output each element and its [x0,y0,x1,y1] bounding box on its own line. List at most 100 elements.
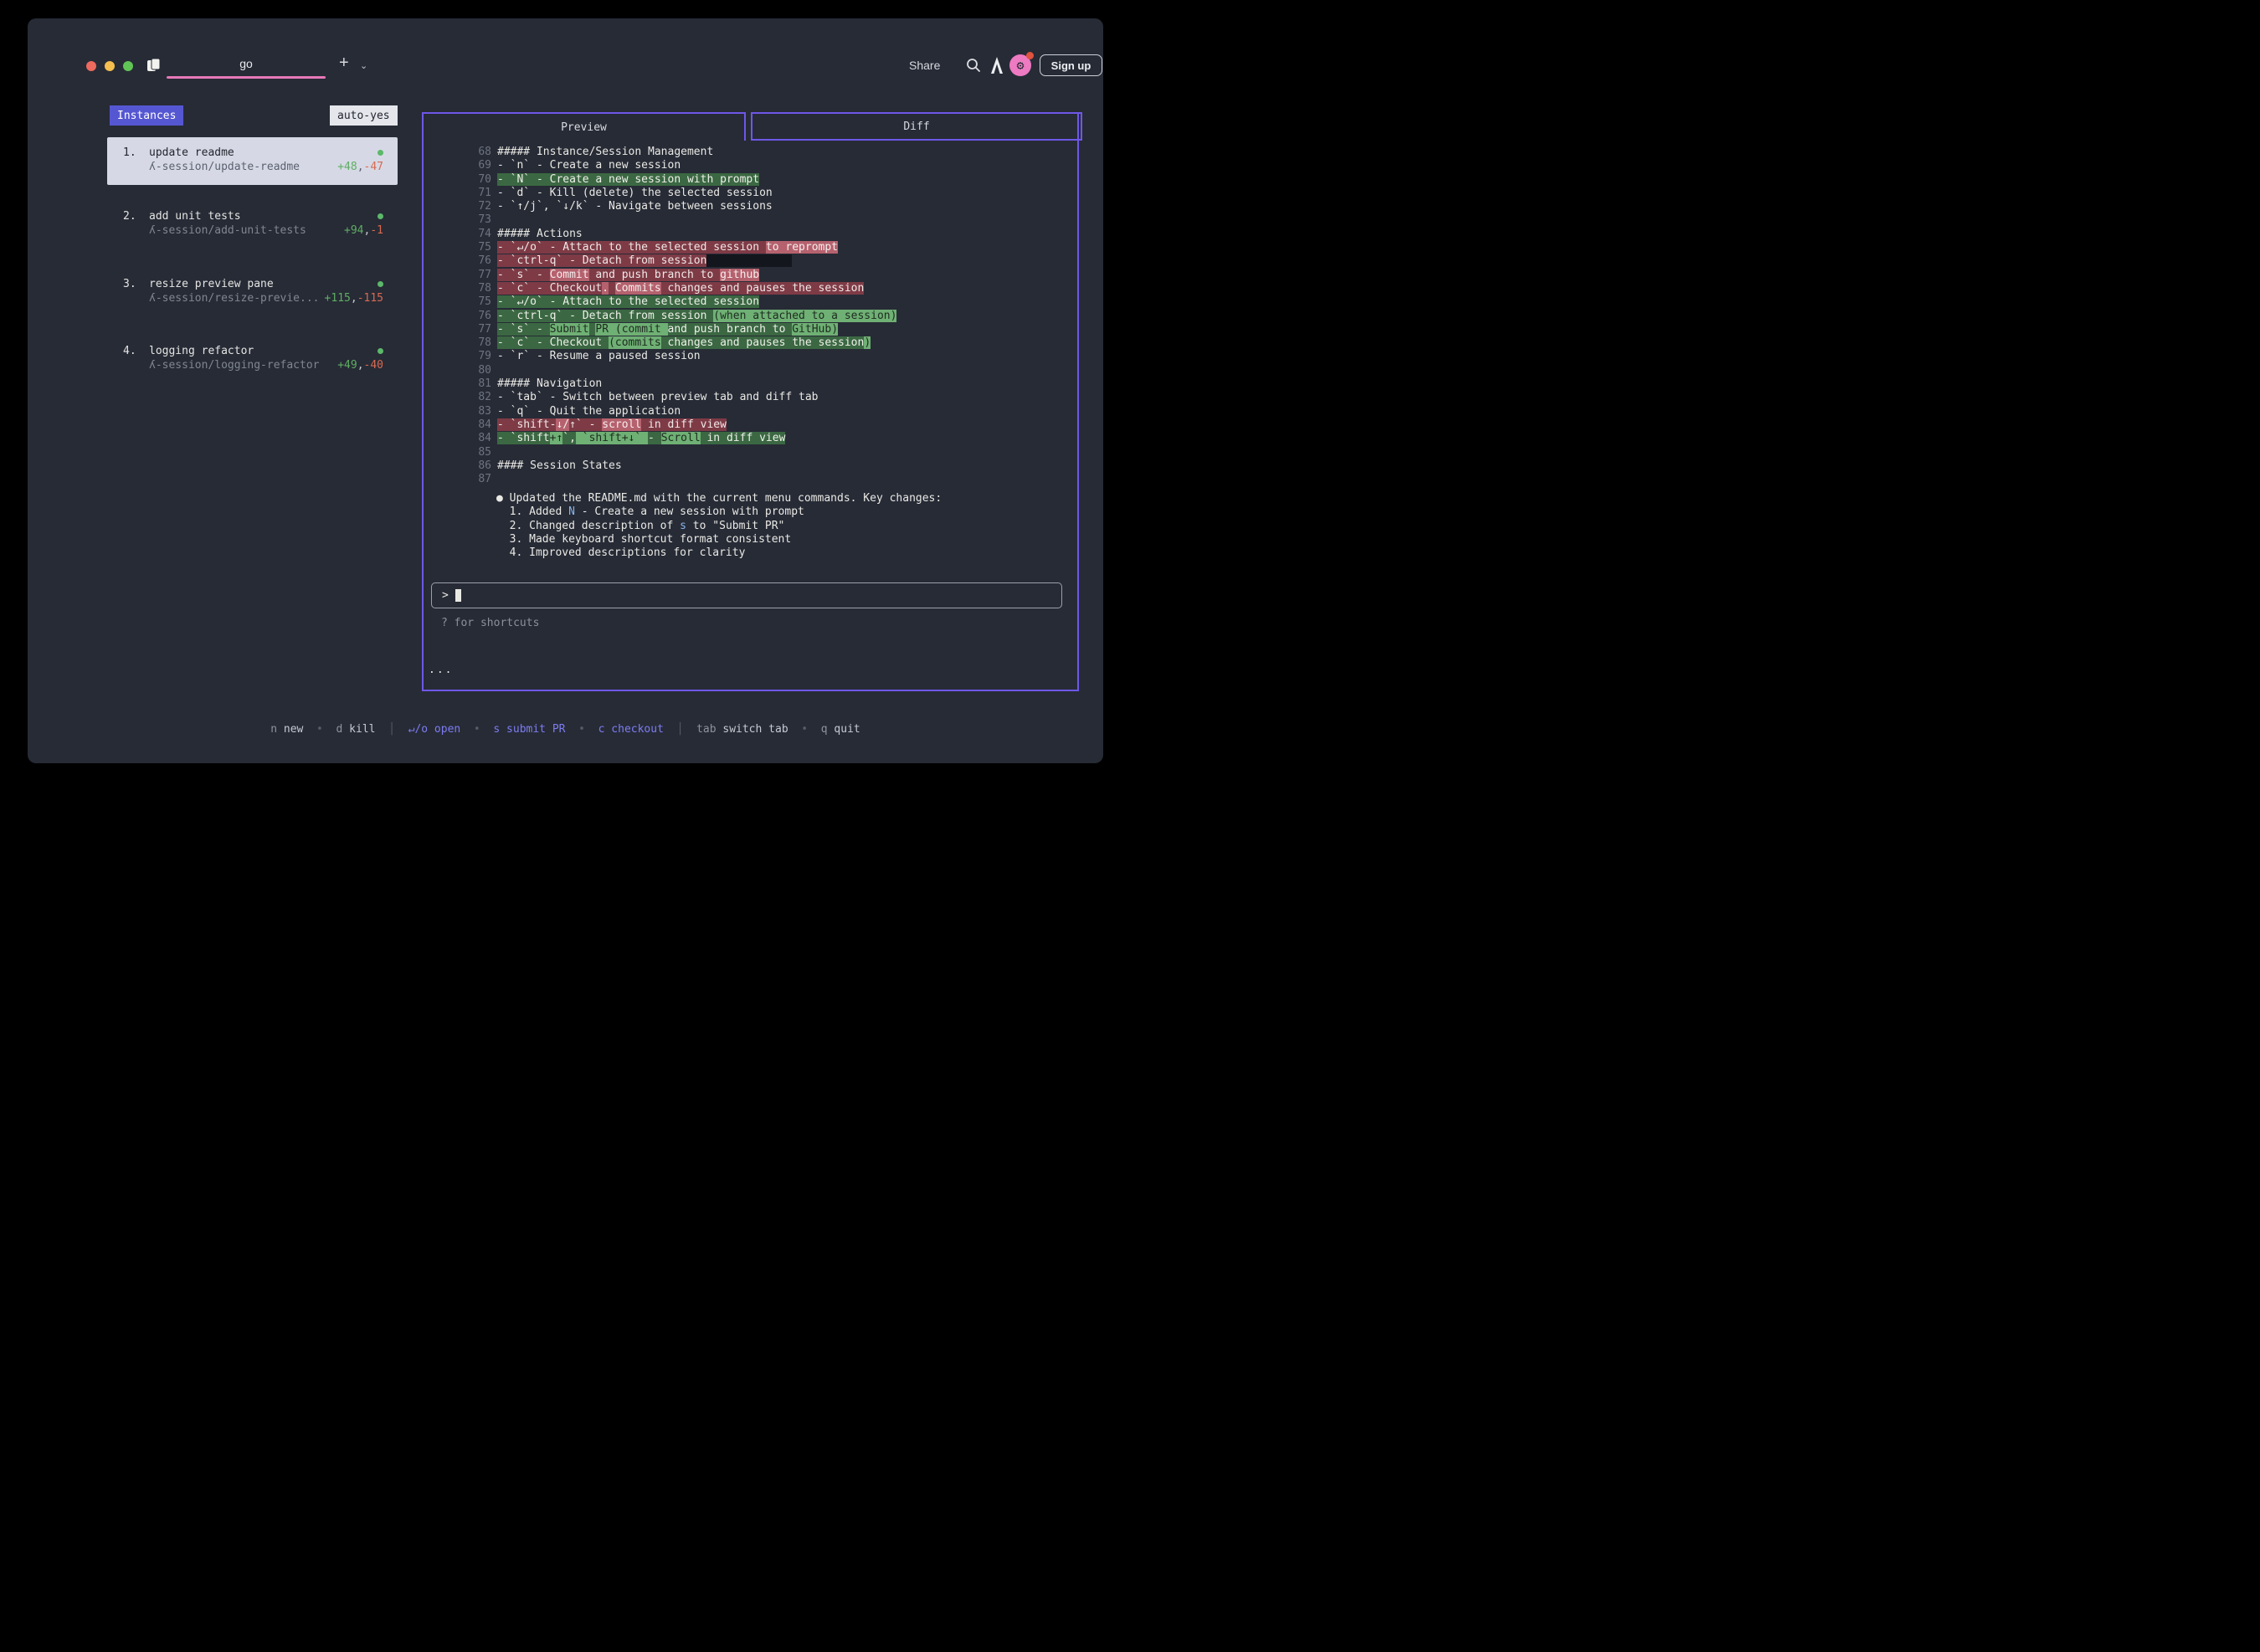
menu-separator: │ [375,723,408,736]
diff-line: 68##### Instance/Session Management [424,146,1077,159]
instance-item[interactable]: 3.resize preview pane ʎ-session/resize-p… [107,277,398,305]
line-number: 82 [424,391,491,404]
instance-title: resize preview pane [149,277,274,291]
diff-line: 75- `↵/o` - Attach to the selected sessi… [424,295,1077,309]
menu-item[interactable]: ↵/o [408,723,428,736]
instance-branch: ʎ-session/resize-previe... [149,291,320,305]
diff-stats: +115,-115 [325,291,383,305]
status-dot-icon [378,213,383,219]
line-number: 75 [424,295,491,309]
line-number: 87 [424,473,491,486]
line-number: 84 [424,432,491,445]
overflow-ellipsis: ... [429,664,453,676]
instance-title: update readme [149,146,234,160]
line-number: 81 [424,377,491,391]
diff-line: 81##### Navigation [424,377,1077,391]
notification-dot [1026,52,1034,59]
line-number: 85 [424,446,491,459]
prompt-symbol: > [442,589,455,602]
diff-line: 84- `shift-↓/↑` - scroll in diff view [424,418,1077,432]
menu-item[interactable]: submit PR [500,723,565,736]
instance-index: 4. [123,344,149,358]
diff-line: 85 [424,446,1077,459]
diff-stats: +48,-47 [337,160,383,174]
pages-icon[interactable] [146,58,162,72]
zoom-button[interactable] [123,61,133,71]
diff-line: 74##### Actions [424,228,1077,241]
line-number: 76 [424,310,491,323]
diff-line: 70- `N` - Create a new session with prom… [424,173,1077,187]
menu-item[interactable]: checkout [604,723,663,736]
line-number: 77 [424,269,491,282]
signup-button[interactable]: Sign up [1040,54,1102,76]
diff-line: 79- `r` - Resume a paused session [424,350,1077,363]
minimize-button[interactable] [105,61,115,71]
summary-line: 2. Changed description of s to "Submit P… [496,520,942,533]
shortcuts-hint: ? for shortcuts [441,617,539,629]
menu-item[interactable]: switch tab [717,723,788,736]
auto-yes-badge[interactable]: auto-yes [330,105,398,126]
summary-line: 4. Improved descriptions for clarity [496,546,942,560]
share-button[interactable]: Share [909,59,940,72]
menu-item[interactable]: quit [828,723,860,736]
close-button[interactable] [86,61,96,71]
instance-index: 2. [123,209,149,223]
instance-item[interactable]: 4.logging refactor ʎ-session/logging-ref… [107,344,398,372]
tab-active-underline [167,76,326,79]
menu-item[interactable]: new [277,723,303,736]
diff-line: 78- `c` - Checkout. Commits changes and … [424,282,1077,295]
search-icon[interactable] [965,57,982,74]
instance-item[interactable]: 1.update readme ʎ-session/update-readme +… [107,137,398,185]
status-dot-icon [378,150,383,156]
tab-diff[interactable]: Diff [751,112,1082,141]
tab-list-chevron-icon[interactable]: ⌄ [360,60,367,71]
menu-item[interactable]: tab [696,723,716,736]
diff-line: 86#### Session States [424,459,1077,473]
diff-line: 82- `tab` - Switch between preview tab a… [424,391,1077,404]
instance-title: add unit tests [149,209,241,223]
line-number: 78 [424,336,491,350]
screen: go + ⌄ Share ⚙ Sign up Instances auto-ye… [0,0,1130,826]
summary-line: ● Updated the README.md with the current… [496,492,942,505]
menubar: n new • d kill │ ↵/o open • s submit PR … [28,723,1103,736]
instance-item[interactable]: 2.add unit tests ʎ-session/add-unit-test… [107,209,398,238]
instance-branch: ʎ-session/update-readme [149,160,300,174]
summary-line: 1. Added N - Create a new session with p… [496,505,942,519]
diff-line: 80 [424,364,1077,377]
menu-item[interactable]: n [270,723,277,736]
diff-stats: +94,-1 [344,223,383,238]
instance-branch: ʎ-session/logging-refactor [149,358,320,372]
tab-preview[interactable]: Preview [422,112,746,141]
new-tab-button[interactable]: + [339,54,349,73]
line-number: 78 [424,282,491,295]
menu-item[interactable]: q [821,723,828,736]
line-number: 73 [424,213,491,227]
prompt-input[interactable]: > [431,582,1062,608]
line-number: 74 [424,228,491,241]
line-number: 86 [424,459,491,473]
menu-separator: • [303,723,336,736]
line-number: 72 [424,200,491,213]
menu-item[interactable]: open [428,723,460,736]
menu-item[interactable]: kill [342,723,375,736]
preview-pane: Preview Diff 68##### Instance/Session Ma… [422,114,1079,691]
line-number: 75 [424,241,491,254]
instance-index: 1. [123,146,149,160]
instance-branch: ʎ-session/add-unit-tests [149,223,306,238]
diff-line: 83- `q` - Quit the application [424,405,1077,418]
diff-line: 76- `ctrl-q` - Detach from session (when… [424,310,1077,323]
instance-index: 3. [123,277,149,291]
diff-line: 71- `d` - Kill (delete) the selected ses… [424,187,1077,200]
ai-icon[interactable] [989,56,1004,74]
line-number: 77 [424,323,491,336]
tab-title[interactable]: go [167,57,326,70]
line-number: 76 [424,254,491,268]
diff-content: 68##### Instance/Session Management69- `… [424,146,1077,486]
diff-line: 87 [424,473,1077,486]
status-dot-icon [378,348,383,354]
line-number: 71 [424,187,491,200]
diff-line: 77- `s` - Commit and push branch to gith… [424,269,1077,282]
diff-line: 77- `s` - Submit PR (commit and push bra… [424,323,1077,336]
line-number: 70 [424,173,491,187]
text-cursor [455,589,461,602]
